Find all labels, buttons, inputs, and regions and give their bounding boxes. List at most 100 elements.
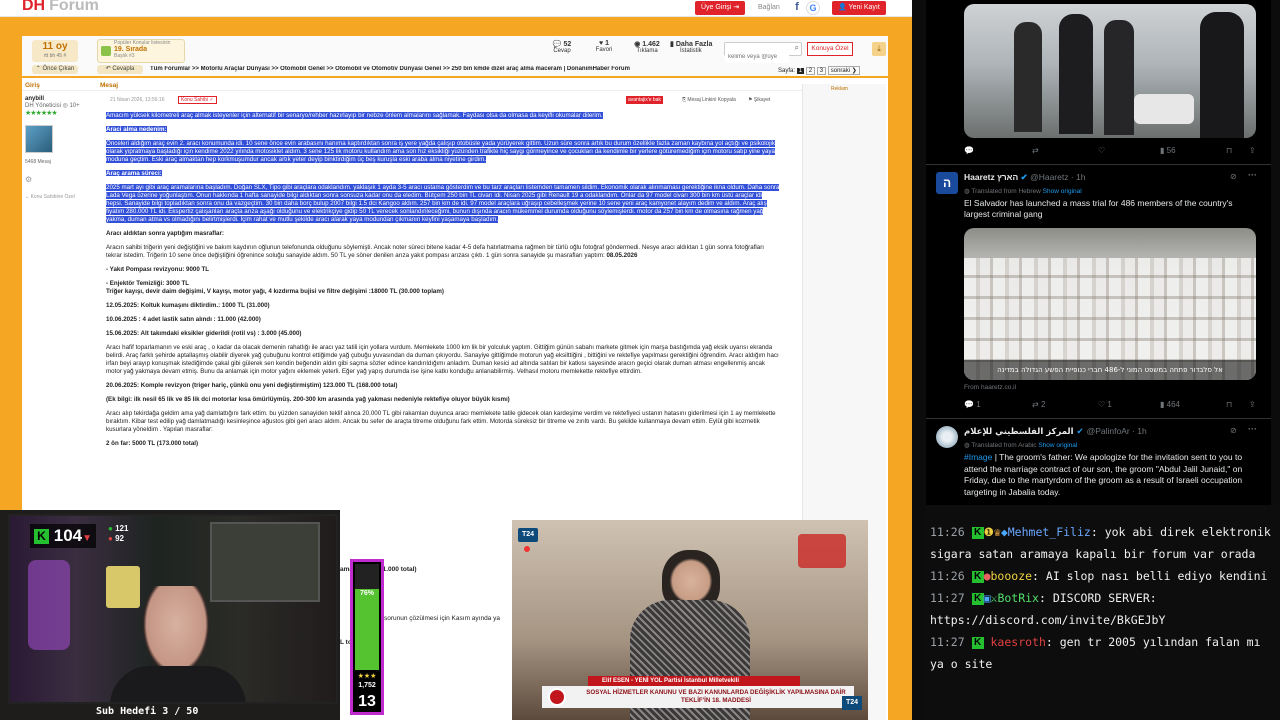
tweet-text: El Salvador has launched a mass trial fo… bbox=[964, 198, 1233, 219]
rating-stars-icon: ★★★★★★ bbox=[25, 110, 58, 117]
hashtag-link[interactable]: #Image bbox=[964, 452, 992, 462]
copy-link-button[interactable]: ⎘ Mesaj Linkini Kopyala bbox=[682, 97, 736, 103]
bookmark-icon[interactable]: ⊓ bbox=[1226, 146, 1232, 155]
favs-label: Favori bbox=[595, 47, 613, 53]
rating-stars-icon: ★★★ bbox=[357, 673, 377, 680]
login-button[interactable]: Üye Girişi ⇥ bbox=[695, 1, 746, 15]
translation-note: ◍ Translated from Hebrew Show original bbox=[964, 187, 1082, 195]
like-stat[interactable]: ♡ 1 bbox=[1098, 400, 1112, 409]
chevron-down-icon: ⌄ bbox=[25, 194, 30, 200]
download-icon[interactable]: ⤓ bbox=[872, 42, 886, 56]
owner-toggle[interactable]: ⌄ Konu Sahibine Özel bbox=[25, 194, 97, 200]
popular-rank[interactable]: Popüler Konular listesinin 19. Sırada Ba… bbox=[97, 39, 185, 63]
bookmark-icon[interactable]: ⊓ bbox=[1226, 400, 1232, 409]
connect-label: Bağlan bbox=[758, 4, 780, 11]
chat-username[interactable]: boooze bbox=[991, 569, 1033, 583]
replies-value: 52 bbox=[563, 41, 572, 48]
search-icon[interactable]: ⌕ bbox=[795, 43, 799, 53]
reply-count: 1 bbox=[976, 400, 981, 409]
search-input[interactable] bbox=[725, 51, 789, 63]
stat-bottom: ● 92 bbox=[108, 534, 128, 544]
more-stats-link[interactable]: ▮ Daha Fazla İstatistik bbox=[670, 40, 720, 54]
chat-message: 11:27 K ▣⚔BotRix: DISCORD SERVER: https:/… bbox=[930, 587, 1276, 631]
next-label: sonraki bbox=[830, 68, 851, 74]
reply-stat[interactable]: 💬 1 bbox=[964, 400, 981, 409]
topic-owner-tag: Konu Sahibi ✓ bbox=[178, 96, 217, 104]
facebook-icon[interactable]: f bbox=[790, 1, 804, 15]
tweet-author[interactable]: المركز الفلسطيني للإعلام ✔ @PalinfoAr · … bbox=[964, 426, 1147, 437]
report-button[interactable]: ⚑ Şikayet bbox=[748, 97, 770, 103]
crown-badge-icon: ♛ bbox=[993, 525, 1001, 539]
heart-icon: ♥ bbox=[598, 40, 604, 47]
rank-sub: Başlık #3 bbox=[114, 53, 135, 59]
vote-badge[interactable]: 11 oy rtt bh 45 # bbox=[32, 40, 78, 62]
page-next[interactable]: sonraki ❯ bbox=[827, 66, 860, 75]
tweet-image[interactable]: אל סלבדור פתחה במשפט המוני ל-486 חברי כנ… bbox=[964, 228, 1256, 380]
retweet-icon[interactable]: ⇄ bbox=[1032, 146, 1039, 155]
rank-value: 19. Sırada bbox=[114, 46, 148, 53]
chat-message: 11:26 K ❶♛◆Mehmet_Filiz: yok abi direk el… bbox=[930, 521, 1276, 565]
heart-icon: ● bbox=[108, 534, 113, 543]
like-icon[interactable]: ♡ bbox=[1098, 146, 1105, 155]
avatar[interactable] bbox=[25, 125, 53, 153]
post-date-value: 08.05.2026 bbox=[606, 252, 638, 259]
forum-logo[interactable]: DH Forum bbox=[22, 0, 99, 15]
new-account-button[interactable]: 👤 Yeni Kayıt bbox=[832, 1, 886, 15]
share-icon[interactable]: ⇪ bbox=[1249, 400, 1256, 409]
chat-time: 11:27 bbox=[930, 591, 965, 605]
favs-stat[interactable]: ♥ 1 Favori bbox=[584, 40, 624, 53]
rgb-light bbox=[28, 560, 70, 650]
prev-topic-button[interactable]: ⌃ Önce Çıkan bbox=[32, 65, 78, 74]
level-value: 13 bbox=[358, 693, 376, 710]
share-icon[interactable]: ⇪ bbox=[1249, 146, 1256, 155]
topic-search-button[interactable]: Konuya Özel bbox=[807, 42, 853, 56]
reply-icon[interactable]: 💬 bbox=[964, 146, 974, 155]
grok-icon[interactable]: ⊘ bbox=[1230, 426, 1237, 435]
info-line: (Ek bilgi: ilk nesil 65 lik ve 85 lik dc… bbox=[106, 396, 510, 403]
show-original-link[interactable]: Show original bbox=[1043, 188, 1082, 195]
tweet-image[interactable] bbox=[964, 4, 1256, 138]
kick-badge-icon: K bbox=[971, 592, 984, 605]
more-stats-label: Daha Fazla bbox=[675, 41, 713, 48]
tbmm-emblem bbox=[798, 534, 846, 568]
expense-line: 20.06.2025: Komple revizyon (triger hari… bbox=[106, 382, 398, 389]
chat-username[interactable]: Mehmet_Filiz bbox=[1008, 525, 1091, 539]
chat-list: 11:26 K ❶♛◆Mehmet_Filiz: yok abi direk el… bbox=[930, 521, 1276, 675]
tweet-author[interactable]: Haaretz הארץ ✔ @Haaretz · 1h bbox=[964, 172, 1085, 183]
ad-tag[interactable]: avantajix'e bak bbox=[626, 96, 663, 104]
views-stat[interactable]: ▮ 464 bbox=[1160, 400, 1180, 409]
page-3[interactable]: 3 bbox=[816, 67, 827, 75]
expense-line: 10.06.2025 : 4 adet lastik satın alındı … bbox=[106, 316, 261, 323]
reply-button[interactable]: ↶ Cevapla bbox=[97, 65, 143, 74]
chat-time: 11:26 bbox=[930, 525, 965, 539]
haaretz-avatar[interactable]: ה bbox=[936, 172, 958, 194]
views-stat[interactable]: ▮ 56 bbox=[1160, 146, 1176, 155]
palinfo-avatar[interactable] bbox=[936, 426, 958, 448]
logo-main: DH bbox=[22, 0, 46, 14]
views-count: 56 bbox=[1166, 146, 1176, 155]
poster bbox=[106, 566, 140, 608]
page-2[interactable]: 2 bbox=[805, 67, 816, 75]
google-icon[interactable]: G bbox=[806, 1, 820, 15]
kick-badge-icon: K bbox=[971, 526, 984, 539]
link-source[interactable]: From haaretz.co.il bbox=[964, 384, 1016, 391]
show-original-link[interactable]: Show original bbox=[1038, 442, 1077, 449]
retweet-stat[interactable]: ⇄ 2 bbox=[1032, 400, 1045, 409]
chat-username[interactable]: BotRix bbox=[997, 591, 1039, 605]
more-icon[interactable]: ··· bbox=[1248, 170, 1257, 180]
more-icon[interactable]: ··· bbox=[1248, 424, 1257, 434]
chat-time: 11:27 bbox=[930, 635, 965, 649]
chat-username[interactable]: kaesroth bbox=[991, 635, 1046, 649]
search-box[interactable]: ⌕ bbox=[724, 42, 802, 63]
breadcrumb[interactable]: Tüm Forumlar >> Motorlu Araçlar Dünyası … bbox=[150, 66, 710, 72]
chat-text: : DISCORD SERVER: https://discord.com/in… bbox=[930, 591, 1166, 627]
divider bbox=[22, 90, 802, 91]
reply-label: Cevapla bbox=[112, 66, 135, 72]
viewer-count: 104 bbox=[53, 526, 83, 545]
globe-icon: ◍ bbox=[964, 442, 970, 449]
grok-icon[interactable]: ⊘ bbox=[1230, 172, 1237, 181]
vote-count: 11 oy bbox=[42, 41, 68, 52]
page-1[interactable]: 1 bbox=[796, 68, 805, 74]
topic-header: 11 oy rtt bh 45 # Popüler Konular listes… bbox=[22, 36, 888, 76]
views-count: 464 bbox=[1166, 400, 1180, 409]
